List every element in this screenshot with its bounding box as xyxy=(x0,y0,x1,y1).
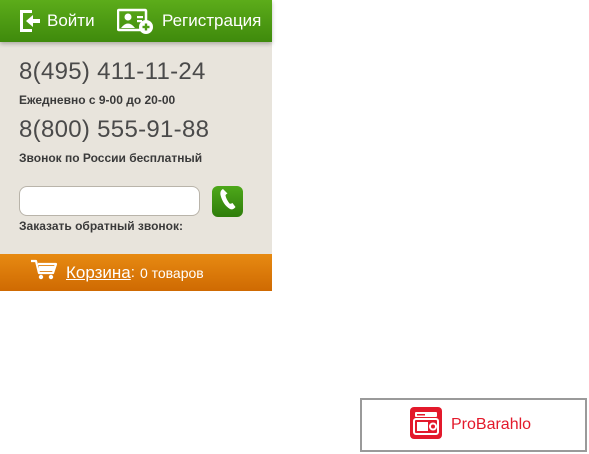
login-label: Войти xyxy=(47,11,95,30)
user-add-icon xyxy=(117,7,155,35)
cart-item-count: 0 товаров xyxy=(139,264,204,281)
probarahlo-logo-icon xyxy=(410,406,442,444)
callback-label: Заказать обратный звонок: xyxy=(19,219,184,233)
phone-russia[interactable]: 8(800) 555-91-88 xyxy=(19,116,209,144)
phone-handset-icon xyxy=(219,188,237,215)
account-bar: Войти Регистрация xyxy=(0,0,272,42)
probarahlo-badge[interactable]: ProBarahlo xyxy=(360,398,587,452)
cart-link[interactable]: Корзина xyxy=(66,263,131,283)
register-link[interactable]: Регистрация xyxy=(117,0,261,42)
cart-separator: : xyxy=(130,264,135,281)
phone-russia-note: Звонок по России бесплатный xyxy=(19,151,203,165)
probarahlo-text: ProBarahlo xyxy=(451,416,532,433)
callback-submit-button[interactable] xyxy=(212,186,243,217)
login-link[interactable]: Войти xyxy=(18,0,95,42)
shopping-cart-icon xyxy=(30,259,58,286)
cart-bar: Корзина : 0 товаров xyxy=(0,254,272,291)
register-label: Регистрация xyxy=(162,11,262,30)
login-icon xyxy=(18,9,42,33)
phone-moscow-hours: Ежедневно с 9-00 до 20-00 xyxy=(19,93,176,107)
callback-phone-input[interactable] xyxy=(19,186,200,216)
contact-widget: Войти Регистрация 8(495) 411-11-24 Ежедн… xyxy=(0,0,272,291)
phone-moscow[interactable]: 8(495) 411-11-24 xyxy=(19,58,206,86)
